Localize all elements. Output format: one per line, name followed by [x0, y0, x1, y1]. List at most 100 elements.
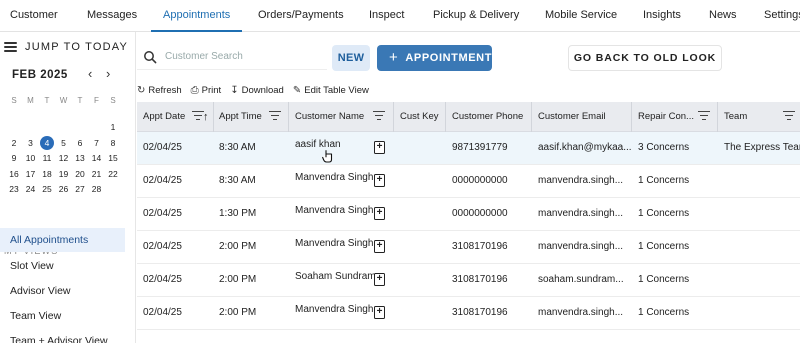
cell-customer-email: aasif.khan@mykaa...	[538, 142, 632, 153]
column-customer-phone[interactable]: Customer Phone	[452, 102, 523, 132]
chevron-left-icon[interactable]: ‹	[88, 67, 92, 80]
calendar-day[interactable]: 26	[56, 182, 72, 196]
calendar-day[interactable]: 25	[39, 182, 55, 196]
tab-orders-payments[interactable]: Orders/Payments	[258, 0, 344, 32]
calendar-day[interactable]: 20	[72, 167, 88, 181]
column-repair-concerns[interactable]: Repair Con...	[638, 102, 694, 132]
edit-table-view-button[interactable]: ✎ Edit Table View	[293, 85, 369, 96]
calendar-day[interactable]: 7	[89, 136, 105, 150]
calendar-day[interactable]: 27	[72, 182, 88, 196]
add-appointment-label: APPOINTMENT	[405, 52, 493, 64]
jump-to-today-label: JUMP TO TODAY	[25, 41, 129, 53]
tab-mobile-service[interactable]: Mobile Service	[545, 0, 617, 32]
calendar-day[interactable]: 18	[39, 167, 55, 181]
tab-settings[interactable]: Settings	[764, 0, 800, 32]
go-back-old-look-button[interactable]: GO BACK TO OLD LOOK	[568, 45, 722, 71]
view-team[interactable]: Team View	[0, 304, 125, 328]
tab-insights[interactable]: Insights	[643, 0, 681, 32]
calendar-day[interactable]: 15	[105, 151, 121, 165]
column-cust-key[interactable]: Cust Key	[400, 102, 439, 132]
view-all-appointments[interactable]: All Appointments	[0, 228, 125, 252]
calendar-day[interactable]: 12	[56, 151, 72, 165]
sort-ascending-icon[interactable]: ↑	[203, 102, 209, 132]
calendar-day[interactable]: 28	[89, 182, 105, 196]
cell-customer-name[interactable]: Manvendra Singh	[295, 231, 373, 263]
calendar-header: FEB 2025 ‹ ›	[12, 67, 122, 82]
column-customer-email[interactable]: Customer Email	[538, 102, 606, 132]
jump-to-today-button[interactable]: JUMP TO TODAY	[4, 40, 128, 54]
table-actions: ↻ Refresh ⎙ Print ↧ Download ✎ Edit Tabl…	[137, 83, 378, 97]
table-row[interactable]: 02/04/25 2:00 PM Manvendra Singh 3108170…	[137, 231, 800, 264]
calendar-day[interactable]: 8	[105, 136, 121, 150]
refresh-label: Refresh	[148, 84, 182, 96]
search-input[interactable]	[165, 51, 325, 62]
edit-table-view-label: Edit Table View	[304, 84, 369, 96]
cell-appt-time: 2:00 PM	[219, 274, 257, 285]
table-row[interactable]: 02/04/25 2:00 PM Manvendra Singh 3108170…	[137, 297, 800, 330]
tab-customer[interactable]: Customer	[10, 0, 58, 32]
new-button[interactable]: NEW	[332, 45, 370, 71]
calendar-day[interactable]: 1	[105, 120, 121, 134]
search-icon	[144, 50, 157, 63]
calendar-day[interactable]: 6	[72, 136, 88, 150]
view-advisor[interactable]: Advisor View	[0, 279, 125, 303]
add-document-icon[interactable]	[374, 206, 385, 220]
download-button[interactable]: ↧ Download	[230, 85, 284, 96]
print-button[interactable]: ⎙ Print	[191, 85, 222, 96]
calendar-day[interactable]: 10	[23, 151, 39, 165]
add-document-icon[interactable]	[374, 272, 385, 286]
column-appt-date[interactable]: Appt Date	[143, 102, 185, 132]
calendar-day[interactable]: 14	[89, 151, 105, 165]
add-appointment-button[interactable]: + APPOINTMENT	[377, 45, 492, 71]
cell-customer-name[interactable]: Soaham Sundram	[295, 264, 376, 296]
filter-icon[interactable]	[783, 111, 795, 121]
chevron-right-icon[interactable]: ›	[106, 67, 110, 80]
top-navigation: Customer Messages Appointments Orders/Pa…	[0, 0, 800, 32]
filter-icon[interactable]	[269, 111, 281, 121]
add-document-icon[interactable]	[374, 140, 385, 154]
filter-icon[interactable]	[373, 111, 385, 121]
cell-customer-name[interactable]: Manvendra Singh	[295, 165, 373, 197]
cell-repair-concerns: 1 Concerns	[638, 241, 690, 252]
calendar-day-selected[interactable]: 4	[40, 135, 54, 150]
calendar-day[interactable]: 22	[105, 167, 121, 181]
calendar-day[interactable]: 9	[6, 151, 22, 165]
table-row[interactable]: 02/04/25 2:00 PM Soaham Sundram 31081701…	[137, 264, 800, 297]
table-row[interactable]: 02/04/25 8:30 AM aasif khan 9871391779 a…	[137, 132, 800, 165]
tab-inspect[interactable]: Inspect	[369, 0, 404, 32]
print-label: Print	[201, 84, 222, 96]
refresh-button[interactable]: ↻ Refresh	[137, 85, 182, 96]
calendar-day[interactable]: 2	[6, 136, 22, 150]
calendar-day[interactable]: 24	[23, 182, 39, 196]
tab-appointments[interactable]: Appointments	[151, 0, 243, 32]
table-row[interactable]: 02/04/25 1:30 PM Manvendra Singh 0000000…	[137, 198, 800, 231]
tab-messages[interactable]: Messages	[87, 0, 137, 32]
calendar-day[interactable]: 17	[23, 167, 39, 181]
menu-icon[interactable]	[4, 42, 17, 52]
tab-news[interactable]: News	[709, 0, 737, 32]
cell-repair-concerns: 1 Concerns	[638, 307, 690, 318]
add-document-icon[interactable]	[374, 173, 385, 187]
column-customer-name[interactable]: Customer Name	[295, 102, 364, 132]
calendar-day[interactable]: 23	[6, 182, 22, 196]
column-team[interactable]: Team	[724, 102, 747, 132]
tab-pickup-delivery[interactable]: Pickup & Delivery	[433, 0, 519, 32]
calendar-day[interactable]: 5	[56, 136, 72, 150]
table-row[interactable]: 02/04/25 8:30 AM Manvendra Singh 0000000…	[137, 165, 800, 198]
cell-customer-phone: 0000000000	[452, 208, 508, 219]
weekday-label: S	[110, 96, 116, 105]
cell-customer-name[interactable]: Manvendra Singh	[295, 297, 373, 329]
add-document-icon[interactable]	[374, 305, 385, 319]
calendar-day[interactable]: 16	[6, 167, 22, 181]
filter-icon[interactable]	[698, 111, 710, 121]
column-appt-time[interactable]: Appt Time	[219, 102, 262, 132]
cell-customer-name[interactable]: Manvendra Singh	[295, 198, 373, 230]
calendar-day[interactable]: 3	[23, 136, 39, 150]
calendar-day[interactable]: 21	[89, 167, 105, 181]
calendar-day[interactable]: 13	[72, 151, 88, 165]
calendar-day[interactable]: 11	[39, 151, 55, 165]
calendar-day[interactable]: 19	[56, 167, 72, 181]
view-team-advisor[interactable]: Team + Advisor View	[0, 329, 125, 343]
add-document-icon[interactable]	[374, 239, 385, 253]
view-slot[interactable]: Slot View	[0, 254, 125, 278]
